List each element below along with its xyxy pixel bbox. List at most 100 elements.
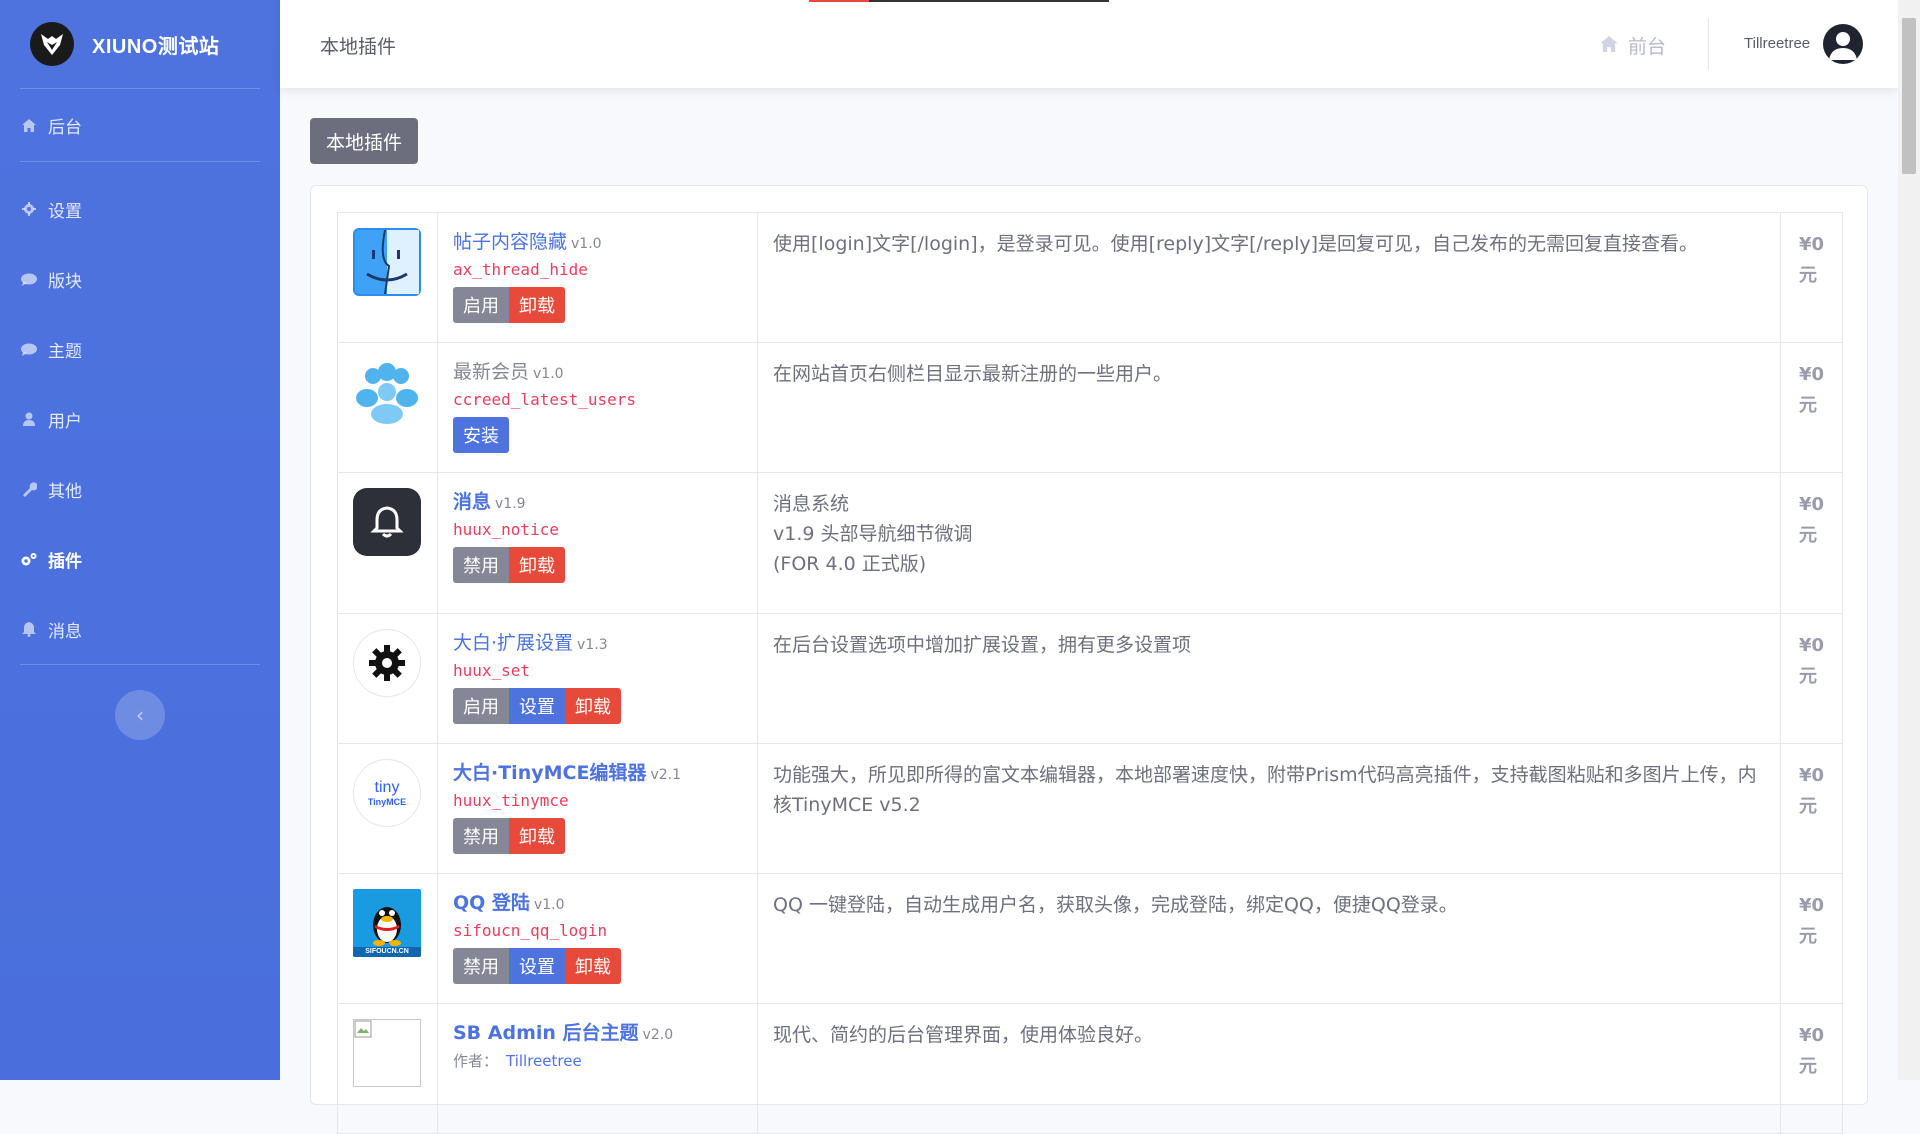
table-row: 大白·扩展设置 v1.3 huux_set 启用 设置 卸载 在后台设置选项中增加… <box>337 613 1843 744</box>
settings-button[interactable]: 设置 <box>509 688 565 724</box>
plugin-price: ¥0 <box>1799 364 1825 385</box>
author-link[interactable]: Tillreetree <box>506 1052 582 1070</box>
plugin-description: 功能强大，所见即所得的富文本编辑器，本地部署速度快，附带Prism代码高亮插件，… <box>757 743 1781 874</box>
uninstall-button[interactable]: 卸载 <box>565 948 621 984</box>
plugin-description: QQ 一键登陆，自动生成用户名，获取头像，完成登陆，绑定QQ，便捷QQ登录。 <box>757 873 1781 1004</box>
sidebar-item-users[interactable]: 用户 <box>0 384 280 454</box>
front-link-label: 前台 <box>1628 36 1667 58</box>
plugin-version: v2.0 <box>642 1027 674 1043</box>
disable-button[interactable]: 禁用 <box>453 948 509 984</box>
sidebar-item-label: 插件 <box>48 551 82 572</box>
sidebar-item-threads[interactable]: 主题 <box>0 314 280 384</box>
plugin-key: ccreed_latest_users <box>453 390 637 409</box>
plugin-name-link[interactable]: 大白·TinyMCE编辑器 <box>453 762 646 784</box>
plugin-version: v1.0 <box>533 897 565 913</box>
uninstall-button[interactable]: 卸载 <box>509 818 565 854</box>
plugin-price: ¥0 <box>1799 635 1825 656</box>
plugin-list-card: 帖子内容隐藏 v1.0 ax_thread_hide 启用 卸载 使用[login… <box>310 185 1868 1134</box>
topbar-divider <box>1708 18 1709 70</box>
plugin-price: ¥0 <box>1799 895 1825 916</box>
finder-icon <box>353 228 421 296</box>
plugin-key: ax_thread_hide <box>453 260 588 279</box>
home-icon <box>20 116 38 134</box>
front-link[interactable]: 前台 <box>1600 32 1666 59</box>
wrench-icon <box>20 480 38 498</box>
comment-icon <box>20 270 38 288</box>
users-group-icon <box>353 358 421 426</box>
plugin-price-unit: 元 <box>1799 525 1817 546</box>
plugin-key: huux_tinymce <box>453 791 569 810</box>
sidebar-item-forums[interactable]: 版块 <box>0 244 280 314</box>
qq-penguin-icon: SIFOUCN.CN <box>353 889 421 957</box>
table-row: 最新会员 v1.0 ccreed_latest_users 安装 在网站首页右侧栏… <box>337 342 1843 473</box>
plugin-price-unit: 元 <box>1799 1056 1817 1077</box>
sidebar-item-plugins[interactable]: 插件 <box>0 524 280 594</box>
enable-button[interactable]: 启用 <box>453 287 509 323</box>
sidebar-item-label: 用户 <box>48 411 82 432</box>
avatar[interactable] <box>1823 24 1863 64</box>
plugin-name-link[interactable]: 帖子内容隐藏 <box>453 231 567 253</box>
plugin-description: 使用[login]文字[/login]，是登录可见。使用[reply]文字[/r… <box>757 212 1781 343</box>
brand-logo-icon <box>30 22 74 66</box>
plugin-name-link[interactable]: 大白·扩展设置 <box>453 632 573 654</box>
brand-name: XIUNO测试站 <box>92 35 220 58</box>
user-icon <box>20 410 38 428</box>
disable-button[interactable]: 禁用 <box>453 818 509 854</box>
brand[interactable]: XIUNO测试站 <box>0 0 280 88</box>
plugin-price-unit: 元 <box>1799 926 1817 947</box>
plugin-version: v2.1 <box>650 767 681 783</box>
bell-icon <box>20 620 38 638</box>
tinymce-logo-icon: tiny TinyMCE <box>353 759 421 827</box>
local-plugins-button[interactable]: 本地插件 <box>310 118 419 164</box>
sidebar-item-dashboard[interactable]: 后台 <box>0 89 280 161</box>
plugin-price: ¥0 <box>1799 1025 1825 1046</box>
plugin-key: huux_set <box>453 661 531 680</box>
settings-button[interactable]: 设置 <box>509 948 565 984</box>
plugin-price: ¥0 <box>1799 765 1825 786</box>
bell-icon <box>353 488 421 556</box>
sidebar-item-label: 后台 <box>48 117 82 138</box>
plugin-version: v1.0 <box>533 366 564 382</box>
comment-icon <box>20 340 38 358</box>
plugin-description: 消息系统 v1.9 头部导航细节微调 (FOR 4.0 正式版) <box>757 472 1781 614</box>
sidebar-toggle-button[interactable]: ‹ <box>115 690 165 740</box>
tinymce-logo-text: tiny <box>374 779 400 796</box>
plugin-version: v1.9 <box>495 496 526 512</box>
page-title: 本地插件 <box>320 36 397 58</box>
uninstall-button[interactable]: 卸载 <box>565 688 621 724</box>
qq-icon-caption: SIFOUCN.CN <box>353 947 421 957</box>
plugin-price-unit: 元 <box>1799 395 1817 416</box>
table-row: 消息 v1.9 huux_notice 禁用 卸载 消息系统 v1.9 头部导航细… <box>337 472 1843 614</box>
disable-button[interactable]: 禁用 <box>453 547 509 583</box>
plugin-name-link[interactable]: 消息 <box>453 491 491 513</box>
uninstall-button[interactable]: 卸载 <box>509 547 565 583</box>
plugin-name-link[interactable]: QQ 登陆 <box>453 892 530 914</box>
sidebar-item-other[interactable]: 其他 <box>0 454 280 524</box>
plugin-version: v1.0 <box>571 236 602 252</box>
tinymce-logo-subtext: TinyMCE <box>367 797 407 807</box>
plugin-name-link[interactable]: SB Admin 后台主题 <box>453 1022 639 1044</box>
sidebar-item-messages[interactable]: 消息 <box>0 594 280 664</box>
install-button[interactable]: 安装 <box>453 417 509 453</box>
table-row: 帖子内容隐藏 v1.0 ax_thread_hide 启用 卸载 使用[login… <box>337 212 1843 343</box>
scrollbar-thumb[interactable] <box>1902 18 1916 174</box>
enable-button[interactable]: 启用 <box>453 688 509 724</box>
sidebar-item-label: 主题 <box>48 341 82 362</box>
description-line: v1.9 头部导航细节微调 <box>773 523 973 545</box>
broken-image-icon <box>353 1019 421 1087</box>
plugin-key: huux_notice <box>453 520 559 539</box>
sidebar-item-settings[interactable]: 设置 <box>0 174 280 244</box>
home-icon <box>1600 35 1618 57</box>
topbar: 本地插件 前台 Tillreetree <box>280 0 1898 88</box>
uninstall-button[interactable]: 卸载 <box>509 287 565 323</box>
sidebar-item-label: 消息 <box>48 621 82 642</box>
plugin-table: 帖子内容隐藏 v1.0 ax_thread_hide 启用 卸载 使用[login… <box>337 212 1843 1134</box>
plugin-name: 最新会员 <box>453 361 530 383</box>
sidebar: XIUNO测试站 后台 设置 版块 主题 用户 其他 插件 消息 ‹ <box>0 0 280 1080</box>
plugin-price-unit: 元 <box>1799 666 1817 687</box>
description-line: 消息系统 <box>773 493 850 515</box>
scrollbar[interactable] <box>1898 0 1920 1080</box>
plugin-description: 在网站首页右侧栏目显示最新注册的一些用户。 <box>757 342 1781 473</box>
user-name[interactable]: Tillreetree <box>1744 35 1810 52</box>
sidebar-item-label: 版块 <box>48 271 82 292</box>
